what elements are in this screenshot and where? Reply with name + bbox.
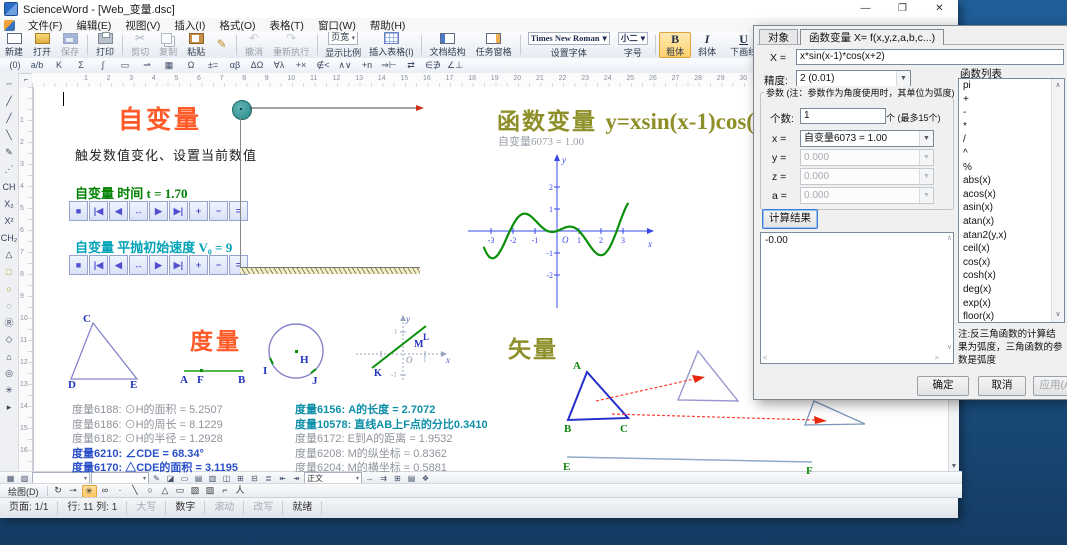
desktop: ScienceWord - [Web_变量.dsc] — ❐ ✕ 文件(F) 编辑… [0,0,1067,545]
miniplot-tick-yneg: -1 [391,371,397,379]
chevron-down-icon: ▼ [919,169,933,184]
function-list-item[interactable]: deg(x) [959,283,1064,297]
segment-ef [566,456,813,463]
scroll-up-icon: ∧ [1055,82,1061,89]
label-b: B [238,374,246,386]
x-equals-label: X = [770,52,787,64]
label-c: C [83,313,91,325]
triangle-third [804,400,866,426]
scroll-left-icon[interactable]: < [763,355,767,362]
measurement-line: 度量6170: △CDE的面积 = 3.1195 [72,462,238,475]
function-list-item[interactable]: acos(x) [959,188,1064,202]
cancel-button[interactable]: 取消 [978,376,1026,396]
ok-button[interactable]: 确定 [917,376,969,396]
measurements-left: 度量6188: ⊙H的面积 = 5.2507 度量6186: ⊙H的周长 = 8.… [72,403,238,476]
measurement-line: 度量6172: E到A的距离 = 1.9532 [295,433,453,446]
label-seg-f: F [806,465,813,477]
miniplot-y-label: y [406,314,410,324]
function-list-item[interactable]: atan(x) [959,215,1064,229]
label-j: J [312,375,318,387]
function-list-item[interactable]: abs(x) [959,174,1064,188]
result-value: -0.00 [765,235,788,246]
label-vec-a: A [573,360,581,372]
radians-note: 注:反三角函数的计算结果为弧度，三角函数的参数是弧度 [958,329,1063,366]
chevron-down-icon: ▼ [919,188,933,203]
function-list-item[interactable]: * [959,120,1064,134]
triangle-translated [676,349,740,402]
miniplot-tick-x: 1 [423,356,427,364]
chevron-down-icon: ▼ [919,150,933,165]
chevron-down-icon: ▼ [919,131,933,146]
scroll-down-icon[interactable]: ∨ [947,343,952,351]
precision-select[interactable]: 2 (0.01) ▼ [796,70,911,87]
miniplot-origin: O [406,355,413,365]
miniplot-x-label: x [446,355,450,365]
calculate-button[interactable]: 计算结果 [762,209,818,229]
chevron-down-icon: ▼ [896,71,910,86]
measurements-right: 度量6156: A的长度 = 2.7072 度量10578: 直线AB上F点的分比… [295,403,488,476]
circle-center-dot [295,350,298,353]
params-group-label: 参数 (注：参数作为角度使用时，其单位为弧度) [764,86,957,99]
param-value-select[interactable]: 自变量6073 = 1.00 ▼ [800,130,934,147]
label-l: L [423,332,430,342]
function-list-item[interactable]: atan2(y,x) [959,229,1064,243]
label-f: F [197,374,204,386]
function-list-item[interactable]: % [959,161,1064,175]
measurement-line: 度量6182: ⊙H的半径 = 1.2928 [72,433,223,446]
function-list-item[interactable]: floor(x) [959,310,1064,322]
miniplot-tick-y: 1 [394,328,398,336]
measurement-line: 度量6186: ⊙H的周长 = 8.1229 [72,418,223,431]
point-i-mark [269,357,274,365]
dialog-tabs: 对象 函数变量 X= f(x,y,z,a,b,c...) [759,29,945,45]
label-a: A [180,374,188,386]
velocity-arrowhead [416,105,424,111]
vector-arrow-2 [611,413,817,421]
measurement-line: 度量6188: ⊙H的面积 = 5.2507 [72,404,223,416]
label-d: D [68,379,76,391]
label-k: K [374,368,382,379]
function-list-item[interactable]: - [959,106,1064,120]
dialog-tab[interactable]: 对象 [759,29,798,45]
param-value-select[interactable]: 0.000 ▼ [800,187,934,204]
apply-button[interactable]: 应用(A) [1033,376,1067,396]
count-suffix: 个 (最多15个) [886,113,941,123]
result-box[interactable]: -0.00 ∧ ∨ < > [760,232,954,364]
count-label: 个数: [770,113,794,125]
label-i: I [263,365,268,377]
dialog-tab[interactable]: 函数变量 X= f(x,y,z,a,b,c...) [800,29,945,45]
function-list[interactable]: pi + - * / ^% abs(x) acos(x) asin(x) atan(x) atan2… [958,78,1065,323]
count-input[interactable]: 1 [800,108,886,124]
scroll-up-icon[interactable]: ∧ [947,234,952,242]
measurement-line: 度量6204: M的横坐标 = 0.5881 [295,462,447,475]
triangle-abc [566,370,631,422]
function-list-item[interactable]: ceil(x) [959,242,1064,256]
function-list-item[interactable]: pi [959,79,1064,93]
function-list-item[interactable]: cos(x) [959,256,1064,270]
scroll-right-icon[interactable]: > [935,355,939,362]
measurement-line: 度量6156: A的长度 = 2.7072 [295,404,436,416]
param-value-select[interactable]: 0.000 ▼ [800,149,934,166]
label-h: H [300,354,309,366]
label-seg-e: E [563,461,571,473]
function-list-item[interactable]: / [959,133,1064,147]
function-list-item[interactable]: + [959,93,1064,107]
triangle-cde [70,321,139,380]
label-e: E [130,379,138,391]
function-list-item[interactable]: asin(x) [959,201,1064,215]
param-value-select[interactable]: 0.000 ▼ [800,168,934,185]
measurement-line: 度量6210: ∠CDE = 68.34° [72,447,204,460]
function-list-item[interactable]: exp(x) [959,297,1064,311]
form-expression-input[interactable]: x*sin(x-1)*cos(x+2) [796,49,1064,65]
list-scrollbar[interactable]: ∧ ∨ [1051,79,1064,322]
function-variable-dialog: 对象 函数变量 X= f(x,y,z,a,b,c...) X = x*sin(x-… [753,25,1067,400]
function-list-item[interactable]: cosh(x) [959,269,1064,283]
measurement-line: 度量6208: M的纵坐标 = 0.8362 [295,447,447,460]
scroll-down-icon: ∨ [1055,311,1061,319]
point-f [200,369,203,372]
function-list-item[interactable]: ^ [959,147,1064,161]
measurement-line: 度量10578: 直线AB上F点的分比0.3410 [295,418,488,431]
label-vec-c: C [620,423,628,435]
label-vec-b: B [564,423,572,435]
